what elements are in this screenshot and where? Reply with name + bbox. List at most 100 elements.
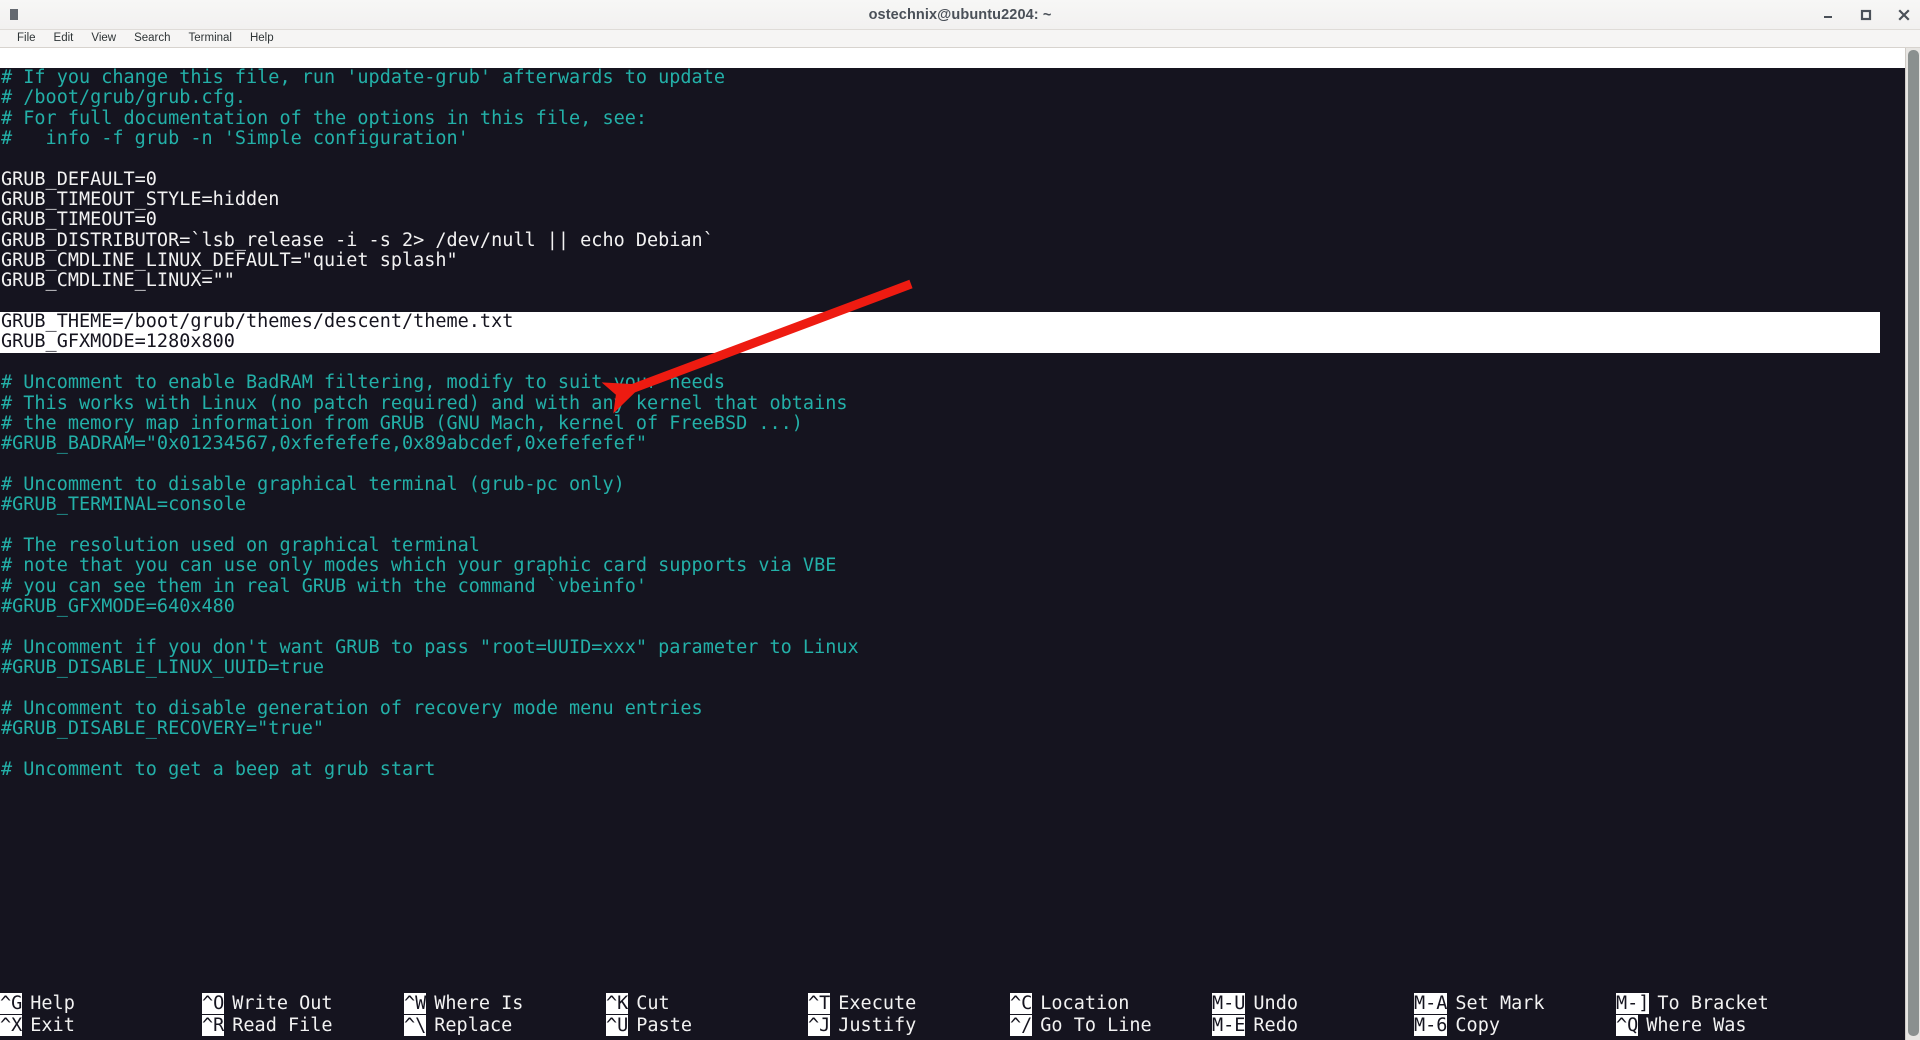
terminal-viewport[interactable]: GNU nano 6.2 /etc/default/grub # If you … xyxy=(0,48,1905,1040)
shortcut-item[interactable]: M-6 Copy xyxy=(1414,1014,1616,1036)
editor-line[interactable] xyxy=(0,353,1905,373)
editor-line[interactable] xyxy=(0,455,1905,475)
editor-line[interactable]: # This works with Linux (no patch requir… xyxy=(0,394,1905,414)
shortcut-key: M-E xyxy=(1212,1014,1246,1036)
shortcut-label: Where Is xyxy=(434,992,524,1014)
shortcut-label: Copy xyxy=(1455,1014,1500,1036)
terminal-window: ostechnix@ubuntu2204: ~ File Edit View S… xyxy=(0,0,1920,1040)
window-title: ostechnix@ubuntu2204: ~ xyxy=(868,7,1052,23)
editor-line[interactable] xyxy=(0,292,1905,312)
shortcut-item[interactable]: ^U Paste xyxy=(606,1014,808,1036)
editor-line[interactable] xyxy=(0,617,1905,637)
window-titlebar[interactable]: ostechnix@ubuntu2204: ~ xyxy=(0,0,1920,30)
shortcut-label: Read File xyxy=(232,1014,333,1036)
shortcut-key: ^X xyxy=(0,1014,23,1036)
nano-shortcut-bar: ^G Help ^O Write Out ^W Where Is ^K Cut ^T Execut… xyxy=(0,992,1905,1040)
editor-line[interactable]: # For full documentation of the options … xyxy=(0,109,1905,129)
shortcut-label: Where Was xyxy=(1646,1014,1747,1036)
shortcut-item[interactable]: ^W Where Is xyxy=(404,992,606,1014)
editor-line[interactable]: GRUB_CMDLINE_LINUX="" xyxy=(0,271,1905,291)
scrollbar-thumb[interactable] xyxy=(1908,50,1919,1036)
shortcut-label: Redo xyxy=(1253,1014,1298,1036)
editor-line[interactable]: # Uncomment to disable graphical termina… xyxy=(0,475,1905,495)
shortcut-item[interactable]: ^C Location xyxy=(1010,992,1212,1014)
shortcut-key: ^U xyxy=(606,1014,629,1036)
shortcut-item[interactable]: M-] To Bracket xyxy=(1616,992,1818,1014)
menu-item-view[interactable]: View xyxy=(82,30,125,47)
shortcut-item[interactable]: ^J Justify xyxy=(808,1014,1010,1036)
close-icon[interactable] xyxy=(1896,7,1912,23)
window-controls xyxy=(1820,0,1912,30)
editor-line[interactable]: # The resolution used on graphical termi… xyxy=(0,536,1905,556)
nano-titlebar: GNU nano 6.2 /etc/default/grub xyxy=(0,48,1905,68)
shortcut-item[interactable]: ^/ Go To Line xyxy=(1010,1014,1212,1036)
editor-line[interactable]: GRUB_GFXMODE=1280x800 xyxy=(0,332,1880,353)
editor-line[interactable]: GRUB_TIMEOUT_STYLE=hidden xyxy=(0,190,1905,210)
maximize-icon[interactable] xyxy=(1858,7,1874,23)
shortcut-item[interactable]: M-E Redo xyxy=(1212,1014,1414,1036)
editor-line[interactable]: GRUB_CMDLINE_LINUX_DEFAULT="quiet splash… xyxy=(0,251,1905,271)
shortcut-label: Paste xyxy=(636,1014,692,1036)
shortcut-item[interactable]: M-U Undo xyxy=(1212,992,1414,1014)
editor-line[interactable] xyxy=(0,739,1905,759)
editor-line[interactable]: #GRUB_BADRAM="0x01234567,0xfefefefe,0x89… xyxy=(0,434,1905,454)
editor-line[interactable]: #GRUB_TERMINAL=console xyxy=(0,495,1905,515)
editor-line[interactable]: # Uncomment to enable BadRAM filtering, … xyxy=(0,373,1905,393)
shortcut-row-1: ^G Help ^O Write Out ^W Where Is ^K Cut ^T Execut… xyxy=(0,992,1905,1014)
editor-line[interactable]: # Uncomment to disable generation of rec… xyxy=(0,699,1905,719)
shortcut-label: Help xyxy=(30,992,75,1014)
shortcut-key: ^W xyxy=(404,992,427,1014)
editor-line[interactable]: #GRUB_GFXMODE=640x480 xyxy=(0,597,1905,617)
editor-line[interactable]: GRUB_DEFAULT=0 xyxy=(0,170,1905,190)
editor-line[interactable]: # Uncomment to get a beep at grub start xyxy=(0,760,1905,780)
editor-line[interactable]: # If you change this file, run 'update-g… xyxy=(0,68,1905,88)
shortcut-label: Location xyxy=(1040,992,1130,1014)
shortcut-row-2: ^X Exit ^R Read File ^\ Replace ^U Paste ^J Justi… xyxy=(0,1014,1905,1036)
editor-line[interactable]: # /boot/grub/grub.cfg. xyxy=(0,88,1905,108)
shortcut-key: M-6 xyxy=(1414,1014,1448,1036)
shortcut-item[interactable]: ^G Help xyxy=(0,992,202,1014)
menu-item-terminal[interactable]: Terminal xyxy=(180,30,241,47)
editor-line[interactable]: #GRUB_DISABLE_RECOVERY="true" xyxy=(0,719,1905,739)
editor-line[interactable]: GRUB_DISTRIBUTOR=`lsb_release -i -s 2> /… xyxy=(0,231,1905,251)
shortcut-item[interactable]: ^O Write Out xyxy=(202,992,404,1014)
shortcut-label: Set Mark xyxy=(1455,992,1545,1014)
editor-line[interactable] xyxy=(0,149,1905,169)
shortcut-label: Undo xyxy=(1253,992,1298,1014)
shortcut-label: Execute xyxy=(838,992,917,1014)
menubar: File Edit View Search Terminal Help xyxy=(0,30,1920,48)
minimize-icon[interactable] xyxy=(1820,7,1836,23)
editor-line[interactable] xyxy=(0,516,1905,536)
shortcut-item[interactable]: M-A Set Mark xyxy=(1414,992,1616,1014)
shortcut-key: ^G xyxy=(0,992,23,1014)
menu-item-edit[interactable]: Edit xyxy=(45,30,83,47)
shortcut-item[interactable]: ^R Read File xyxy=(202,1014,404,1036)
editor-line[interactable]: # you can see them in real GRUB with the… xyxy=(0,577,1905,597)
editor-line[interactable]: # Uncomment if you don't want GRUB to pa… xyxy=(0,638,1905,658)
shortcut-item[interactable]: ^T Execute xyxy=(808,992,1010,1014)
shortcut-key: M-A xyxy=(1414,992,1448,1014)
shortcut-label: Go To Line xyxy=(1040,1014,1152,1036)
shortcut-item[interactable]: ^K Cut xyxy=(606,992,808,1014)
shortcut-key: ^O xyxy=(202,992,225,1014)
shortcut-item[interactable]: ^Q Where Was xyxy=(1616,1014,1818,1036)
menu-item-file[interactable]: File xyxy=(8,30,45,47)
editor-line[interactable]: # note that you can use only modes which… xyxy=(0,556,1905,576)
editor-line[interactable]: GRUB_THEME=/boot/grub/themes/descent/the… xyxy=(0,312,1880,333)
shortcut-key: ^J xyxy=(808,1014,831,1036)
editor-line[interactable]: # the memory map information from GRUB (… xyxy=(0,414,1905,434)
editor-line[interactable]: #GRUB_DISABLE_LINUX_UUID=true xyxy=(0,658,1905,678)
nano-text-area[interactable]: # If you change this file, run 'update-g… xyxy=(0,68,1905,780)
shortcut-key: ^R xyxy=(202,1014,225,1036)
editor-line[interactable] xyxy=(0,678,1905,698)
editor-line[interactable]: # info -f grub -n 'Simple configuration' xyxy=(0,129,1905,149)
vertical-scrollbar[interactable] xyxy=(1905,48,1920,1040)
shortcut-item[interactable]: ^X Exit xyxy=(0,1014,202,1036)
shortcut-label: Replace xyxy=(434,1014,513,1036)
shortcut-key: M-] xyxy=(1616,992,1650,1014)
shortcut-key: ^T xyxy=(808,992,831,1014)
menu-item-help[interactable]: Help xyxy=(241,30,283,47)
shortcut-item[interactable]: ^\ Replace xyxy=(404,1014,606,1036)
editor-line[interactable]: GRUB_TIMEOUT=0 xyxy=(0,210,1905,230)
menu-item-search[interactable]: Search xyxy=(125,30,179,47)
